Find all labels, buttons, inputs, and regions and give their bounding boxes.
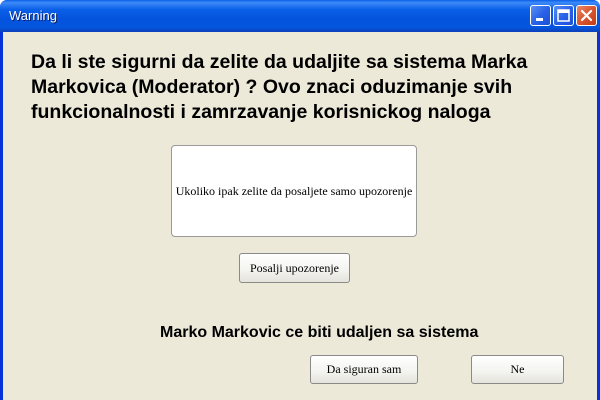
maximize-icon [557,9,570,22]
warning-note-box: Ukoliko ipak zelite da posaljete samo up… [171,145,417,237]
warning-window: Warning Da li ste sigurni da zelite da u… [0,0,600,400]
confirm-button[interactable]: Da siguran sam [310,355,418,384]
title-bar[interactable]: Warning [0,0,600,32]
maximize-button[interactable] [553,5,574,26]
send-warning-button[interactable]: Posalji upozorenje [239,253,350,283]
removal-statement: Marko Markovic ce biti udaljen sa sistem… [160,324,479,341]
minimize-icon [536,18,543,21]
warning-note-text: Ukoliko ipak zelite da posaljete samo up… [175,183,413,198]
close-button[interactable] [576,5,597,26]
window-title: Warning [9,8,57,23]
close-icon [580,9,593,22]
minimize-button[interactable] [530,5,551,26]
cancel-button[interactable]: Ne [471,355,564,384]
removal-question: Da li ste sigurni da zelite da udaljite … [31,51,528,123]
